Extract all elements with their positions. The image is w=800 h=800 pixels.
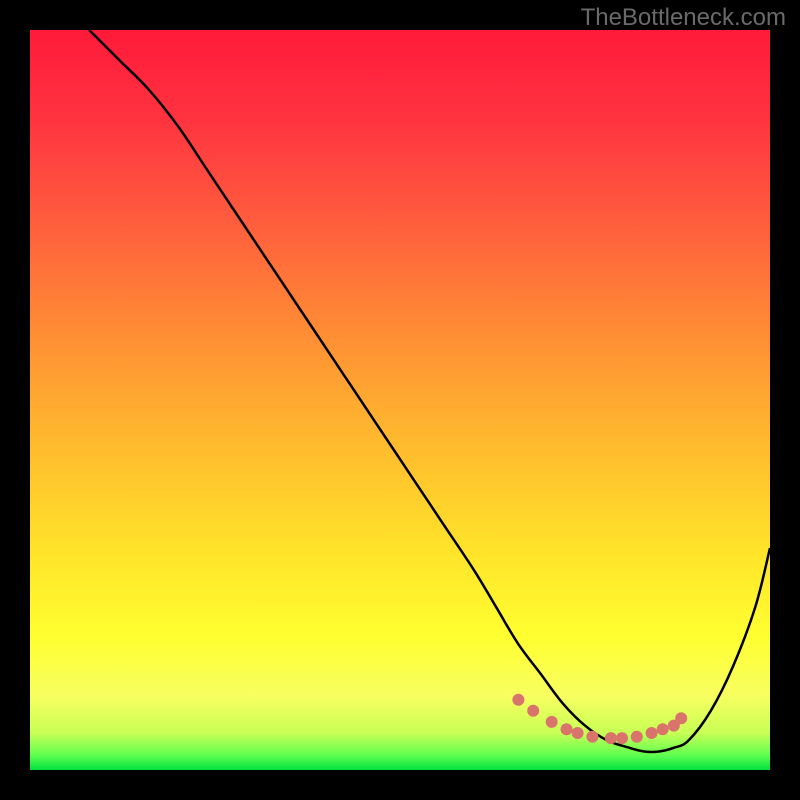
marker-dot bbox=[586, 731, 598, 743]
marker-dot bbox=[675, 712, 687, 724]
marker-dot bbox=[605, 732, 617, 744]
bottleneck-curve-line bbox=[89, 30, 770, 752]
marker-dot bbox=[646, 727, 658, 739]
attribution-text: TheBottleneck.com bbox=[581, 4, 786, 32]
plot-area bbox=[30, 30, 770, 770]
chart-curve bbox=[30, 30, 770, 770]
marker-dot bbox=[546, 716, 558, 728]
marker-dot bbox=[512, 694, 524, 706]
marker-dot bbox=[616, 732, 628, 744]
marker-dot bbox=[572, 727, 584, 739]
marker-dot bbox=[561, 723, 573, 735]
marker-dot bbox=[527, 705, 539, 717]
marker-dot bbox=[631, 731, 643, 743]
marker-dot bbox=[657, 723, 669, 735]
